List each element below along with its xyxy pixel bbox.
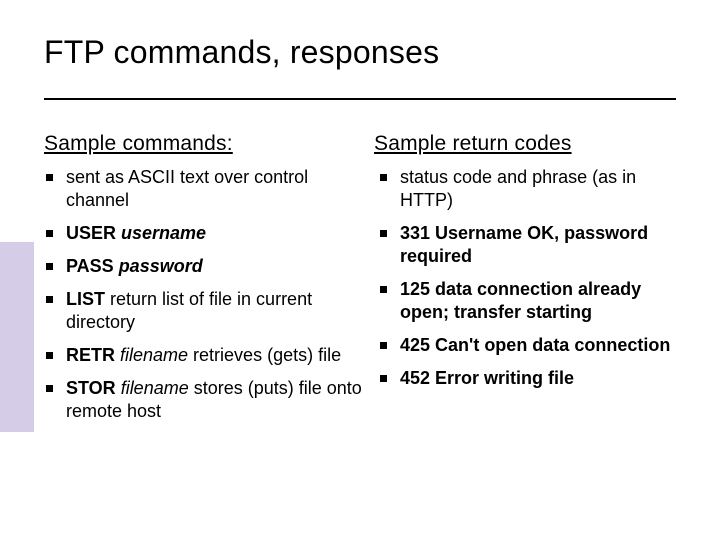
left-heading: Sample commands: <box>44 132 374 156</box>
command-arg: username <box>121 223 206 243</box>
list-item: LIST return list of file in current dire… <box>44 288 374 334</box>
column-right: Sample return codes status code and phra… <box>374 132 684 433</box>
command-keyword: PASS <box>66 256 119 276</box>
item-text: 125 data connection already open; transf… <box>400 279 641 322</box>
list-item: 425 Can't open data connection <box>374 334 684 357</box>
command-arg: filename <box>121 378 189 398</box>
left-list: sent as ASCII text over control channel … <box>44 166 374 423</box>
columns: Sample commands: sent as ASCII text over… <box>44 132 684 433</box>
column-left: Sample commands: sent as ASCII text over… <box>44 132 374 433</box>
slide-title: FTP commands, responses <box>44 34 439 71</box>
item-text: status code and phrase (as in HTTP) <box>400 167 636 210</box>
item-text: 425 Can't open data connection <box>400 335 670 355</box>
list-item: PASS password <box>44 255 374 278</box>
item-text: 452 Error writing file <box>400 368 574 388</box>
slide: FTP commands, responses Sample commands:… <box>0 0 720 540</box>
list-item: 331 Username OK, password required <box>374 222 684 268</box>
list-item: 125 data connection already open; transf… <box>374 278 684 324</box>
command-keyword: STOR <box>66 378 121 398</box>
accent-bar <box>0 242 34 432</box>
list-item: status code and phrase (as in HTTP) <box>374 166 684 212</box>
item-text: retrieves (gets) file <box>188 345 341 365</box>
list-item: 452 Error writing file <box>374 367 684 390</box>
right-heading: Sample return codes <box>374 132 684 156</box>
list-item: sent as ASCII text over control channel <box>44 166 374 212</box>
command-arg: filename <box>120 345 188 365</box>
command-keyword: LIST <box>66 289 105 309</box>
list-item: STOR filename stores (puts) file onto re… <box>44 377 374 423</box>
title-rule <box>44 98 676 100</box>
command-keyword: USER <box>66 223 121 243</box>
item-text: 331 Username OK, password required <box>400 223 648 266</box>
right-list: status code and phrase (as in HTTP) 331 … <box>374 166 684 390</box>
command-arg: password <box>119 256 203 276</box>
list-item: USER username <box>44 222 374 245</box>
item-text: sent as ASCII text over control channel <box>66 167 308 210</box>
list-item: RETR filename retrieves (gets) file <box>44 344 374 367</box>
command-keyword: RETR <box>66 345 120 365</box>
